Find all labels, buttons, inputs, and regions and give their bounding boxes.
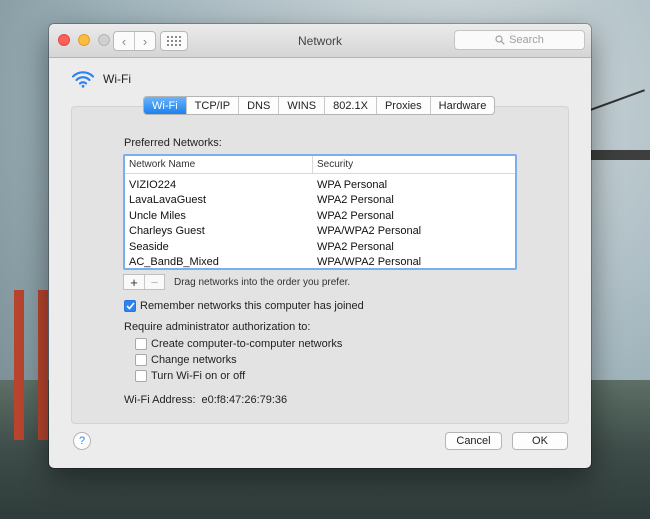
table-row[interactable]: Seaside WPA2 Personal <box>125 239 515 255</box>
preferred-networks-table[interactable]: Network Name Security VIZIO224 WPA Perso… <box>123 154 517 270</box>
add-network-button[interactable]: + <box>124 275 144 290</box>
tab-8021x[interactable]: 802.1X <box>324 97 376 114</box>
search-placeholder: Search <box>509 34 544 46</box>
bridge-tower <box>14 290 24 440</box>
wifi-address-value: e0:f8:47:26:79:36 <box>201 394 288 406</box>
cancel-button[interactable]: Cancel <box>445 432 502 450</box>
change-networks-checkbox[interactable]: Change networks <box>135 354 237 366</box>
create-networks-checkbox[interactable]: Create computer-to-computer networks <box>135 338 342 350</box>
network-name: LavaLavaGuest <box>129 194 207 207</box>
help-button[interactable]: ? <box>73 432 91 450</box>
network-security: WPA2 Personal <box>317 209 394 222</box>
bridge-tower <box>38 290 48 440</box>
network-security: WPA2 Personal <box>317 194 394 207</box>
remove-network-button[interactable]: − <box>144 275 164 290</box>
network-security: WPA2 Personal <box>317 240 394 253</box>
wifi-header: Wi-Fi <box>71 70 131 88</box>
tab-dns[interactable]: DNS <box>238 97 278 114</box>
table-row[interactable]: LavaLavaGuest WPA2 Personal <box>125 193 515 209</box>
preferred-networks-label: Preferred Networks: <box>124 137 222 149</box>
network-name: Uncle Miles <box>129 209 186 222</box>
table-body: VIZIO224 WPA Personal LavaLavaGuest WPA2… <box>125 174 515 269</box>
table-row[interactable]: VIZIO224 WPA Personal <box>125 177 515 193</box>
network-name: AC_BandB_Mixed <box>129 256 219 269</box>
network-security: WPA/WPA2 Personal <box>317 225 422 238</box>
bridge-rail <box>590 150 650 160</box>
tab-hardware[interactable]: Hardware <box>429 97 495 114</box>
toggle-wifi-checkbox[interactable]: Turn Wi-Fi on or off <box>135 370 245 382</box>
search-icon <box>495 35 505 45</box>
checkbox-checked[interactable] <box>124 300 136 312</box>
table-row[interactable]: Charleys Guest WPA/WPA2 Personal <box>125 224 515 240</box>
tab-proxies[interactable]: Proxies <box>375 97 430 114</box>
search-field[interactable]: Search <box>454 30 585 50</box>
wifi-address: Wi-Fi Address: e0:f8:47:26:79:36 <box>124 394 287 406</box>
column-header-security[interactable]: Security <box>313 156 515 173</box>
remember-networks-checkbox[interactable]: Remember networks this computer has join… <box>124 300 364 312</box>
table-row[interactable]: AC_BandB_Mixed WPA/WPA2 Personal <box>125 255 515 269</box>
tab-bar: Wi-Fi TCP/IP DNS WINS 802.1X Proxies Har… <box>143 96 496 115</box>
tab-tcp-ip[interactable]: TCP/IP <box>185 97 238 114</box>
network-window: ‹ › Network Search Wi-Fi Wi-Fi TCP/IP DN… <box>49 24 591 468</box>
tab-wifi[interactable]: Wi-Fi <box>144 97 186 114</box>
toggle-wifi-label: Turn Wi-Fi on or off <box>151 370 246 382</box>
remember-networks-label: Remember networks this computer has join… <box>140 300 364 312</box>
wifi-icon <box>71 71 95 88</box>
wifi-address-label: Wi-Fi Address: <box>124 394 196 406</box>
table-row[interactable]: Uncle Miles WPA2 Personal <box>125 208 515 224</box>
table-header: Network Name Security <box>125 156 515 174</box>
add-remove-control: + − <box>123 274 165 290</box>
network-name: VIZIO224 <box>129 178 177 191</box>
ok-button[interactable]: OK <box>512 432 568 450</box>
title-bar: ‹ › Network Search <box>49 24 591 58</box>
create-networks-label: Create computer-to-computer networks <box>151 338 343 350</box>
drag-hint: Drag networks into the order you prefer. <box>174 277 351 288</box>
network-security: WPA Personal <box>317 178 388 191</box>
require-admin-label: Require administrator authorization to: <box>124 321 311 333</box>
checkbox-unchecked[interactable] <box>135 354 147 366</box>
network-security: WPA/WPA2 Personal <box>317 256 422 269</box>
change-networks-label: Change networks <box>151 354 237 366</box>
network-name: Seaside <box>129 240 169 253</box>
checkbox-unchecked[interactable] <box>135 338 147 350</box>
checkmark-icon <box>125 302 135 310</box>
checkbox-unchecked[interactable] <box>135 370 147 382</box>
tab-wins[interactable]: WINS <box>278 97 324 114</box>
service-name: Wi-Fi <box>103 72 131 86</box>
column-header-name[interactable]: Network Name <box>125 156 313 173</box>
network-name: Charleys Guest <box>129 225 205 238</box>
